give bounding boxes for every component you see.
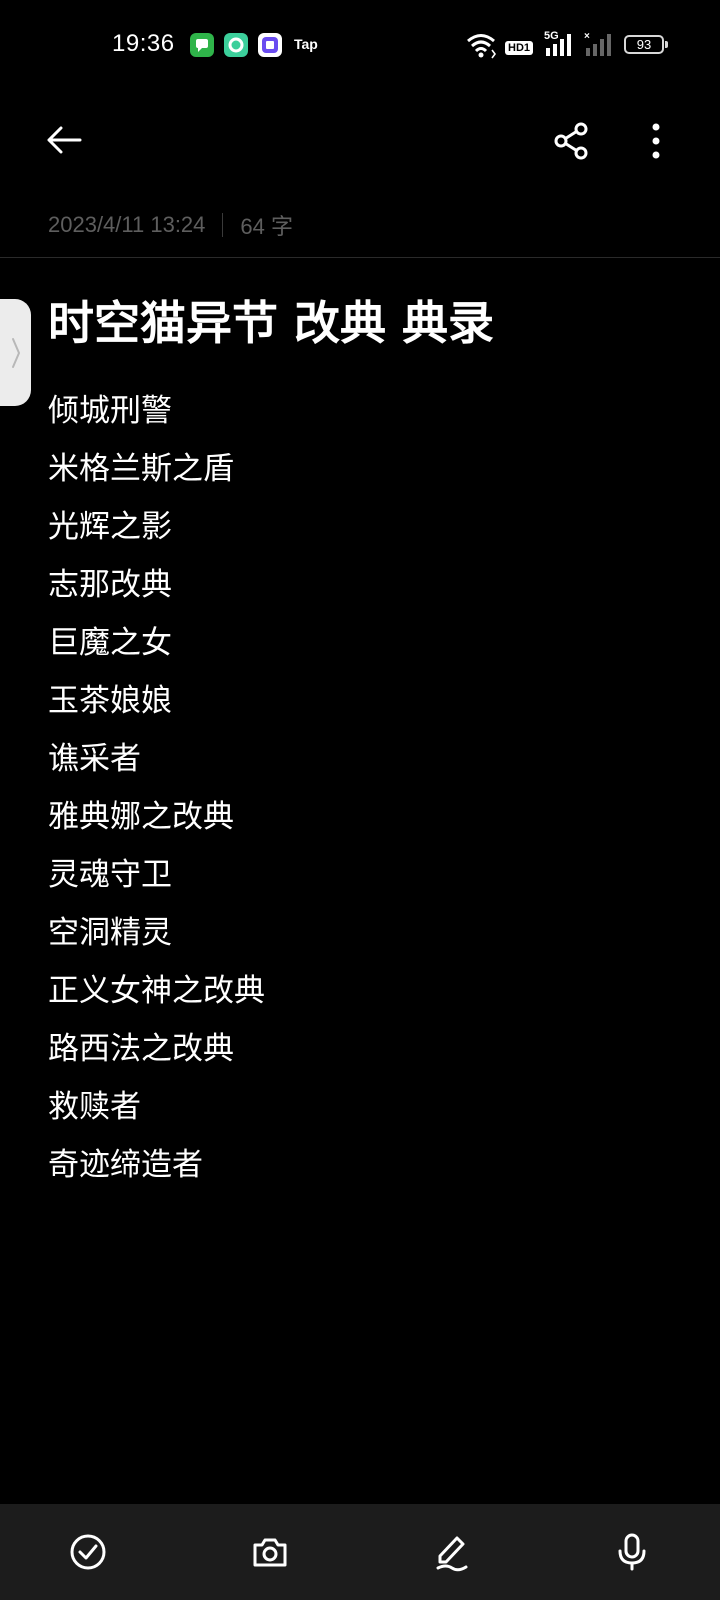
note-line[interactable]: 倾城刑警 [48, 382, 265, 440]
note-line[interactable]: 奇迹缔造者 [48, 1136, 265, 1194]
camera-icon [253, 1538, 287, 1567]
hd-badge: HD1 [505, 36, 534, 66]
side-panel-handle[interactable] [0, 299, 31, 406]
note-line[interactable]: 光辉之影 [48, 498, 265, 556]
note-line[interactable]: 灵魂守卫 [48, 846, 265, 904]
word-count: 64 字 [240, 214, 293, 239]
share-button[interactable] [544, 113, 600, 169]
battery-tip [665, 41, 668, 48]
camera-button[interactable] [242, 1524, 298, 1580]
signal-no-service-icon: × [584, 30, 612, 60]
back-button[interactable] [36, 112, 92, 168]
handwriting-button[interactable] [424, 1524, 480, 1580]
more-options-button[interactable] [628, 113, 684, 169]
status-bar: 19:36 Tap HD1 5G × 93 [0, 0, 720, 90]
meta-separator [222, 213, 224, 237]
more-vertical-icon [652, 123, 660, 159]
tap-notification-label: Tap [294, 36, 318, 52]
back-arrow-icon [47, 126, 82, 154]
battery-indicator: 93 [624, 35, 664, 54]
hd-label: HD1 [505, 41, 534, 55]
note-line[interactable]: 米格兰斯之盾 [48, 440, 265, 498]
note-line[interactable]: 志那改典 [48, 556, 265, 614]
microphone-icon [618, 1533, 646, 1571]
voice-input-button[interactable] [604, 1524, 660, 1580]
header-divider [0, 257, 720, 258]
checklist-icon [70, 1534, 106, 1570]
note-line[interactable]: 救赎者 [48, 1078, 265, 1136]
chevron-right-icon [11, 337, 20, 368]
messages-icon [190, 33, 214, 57]
note-line[interactable]: 正义女神之改典 [48, 962, 265, 1020]
green-app-icon [224, 33, 248, 57]
status-time: 19:36 [112, 30, 175, 57]
note-line[interactable]: 巨魔之女 [48, 614, 265, 672]
handwriting-icon [436, 1536, 468, 1572]
bottom-toolbar [0, 1504, 720, 1600]
note-line[interactable]: 路西法之改典 [48, 1020, 265, 1078]
note-line[interactable]: 雅典娜之改典 [48, 788, 265, 846]
share-icon [554, 122, 588, 160]
note-title[interactable]: 时空猫异节 改典 典录 [48, 292, 494, 354]
note-date: 2023/4/11 13:24 [48, 212, 206, 237]
note-line[interactable]: 谯采者 [48, 730, 265, 788]
note-meta: 2023/4/11 13:24 64 字 [48, 208, 293, 242]
paste-app-icon [258, 33, 282, 57]
svg-text:×: × [584, 31, 590, 42]
note-line[interactable]: 空洞精灵 [48, 904, 265, 962]
checklist-button[interactable] [60, 1524, 116, 1580]
note-body[interactable]: 倾城刑警 米格兰斯之盾 光辉之影 志那改典 巨魔之女 玉茶娘娘 谯采者 雅典娜之… [48, 382, 265, 1194]
wifi-icon [466, 30, 498, 60]
note-line[interactable]: 玉茶娘娘 [48, 672, 265, 730]
